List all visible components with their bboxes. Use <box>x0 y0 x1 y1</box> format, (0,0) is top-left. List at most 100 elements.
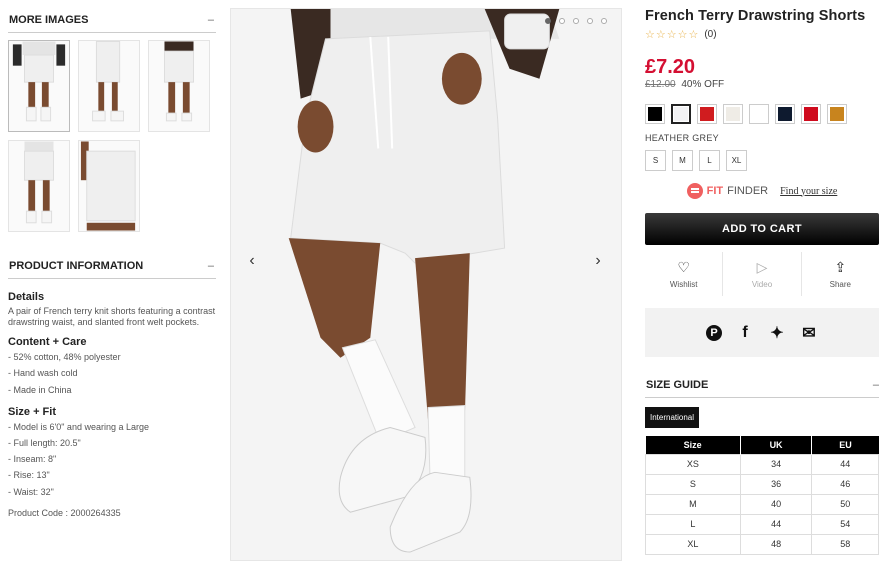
original-price: £12.00 <box>645 79 676 90</box>
more-images-title: MORE IMAGES <box>9 14 89 26</box>
next-image-arrow-icon[interactable]: › <box>589 252 607 270</box>
size-guide-header[interactable]: SIZE GUIDE – <box>645 379 879 398</box>
color-swatch[interactable] <box>801 104 821 124</box>
fit-finder: FIT FINDER Find your size <box>645 183 879 199</box>
prev-image-arrow-icon[interactable]: ‹ <box>243 252 261 270</box>
thumbnail-front-full[interactable] <box>8 140 70 232</box>
color-swatches <box>645 104 879 124</box>
collapse-icon[interactable]: – <box>873 379 879 391</box>
table-cell: 44 <box>739 513 813 535</box>
care-item: - 52% cotton, 48% polyester <box>8 352 121 362</box>
size-option-s[interactable]: S <box>645 150 666 171</box>
thumbnail-image <box>79 41 139 131</box>
more-images-header[interactable]: MORE IMAGES – <box>8 8 216 33</box>
tab-international[interactable]: International <box>645 407 700 428</box>
thumbnail-back[interactable] <box>148 40 210 132</box>
table-cell: 48 <box>739 533 813 555</box>
table-cell: 54 <box>811 513 879 535</box>
color-swatch-selected[interactable] <box>671 104 691 124</box>
left-column: MORE IMAGES – PRODUCT INFORMATION – Deta… <box>8 8 216 519</box>
twitter-icon[interactable]: ✦ <box>768 323 786 343</box>
table-cell: XL <box>645 533 741 555</box>
fit-item: - Full length: 20.5" <box>8 437 81 448</box>
size-option-l[interactable]: L <box>699 150 720 171</box>
details-heading: Details <box>8 291 45 303</box>
star-rating-icon: ☆☆☆☆☆ <box>645 29 700 41</box>
wishlist-button[interactable]: ♡ Wishlist <box>645 252 724 296</box>
color-swatch[interactable] <box>697 104 717 124</box>
heart-icon: ♡ <box>677 259 690 275</box>
discount-label: 40% OFF <box>681 79 725 90</box>
share-label: Share <box>829 280 851 289</box>
share-button[interactable]: ⇪ Share <box>802 252 879 296</box>
care-heading: Content + Care <box>8 336 87 349</box>
gallery-dot[interactable] <box>559 18 565 24</box>
fit-item: - Rise: 13" <box>8 470 50 481</box>
size-guide-title: SIZE GUIDE <box>646 379 709 391</box>
product-info-body: Details A pair of French terry knit shor… <box>8 279 216 519</box>
pinterest-icon[interactable]: P <box>706 324 722 341</box>
swatch-fill <box>726 107 740 121</box>
swatch-fill <box>700 107 714 121</box>
fit-item: - Model is 6'0" and wearing a Large <box>8 421 149 432</box>
video-button[interactable]: ▷ Video <box>723 252 802 296</box>
thumbnail-image <box>9 41 69 131</box>
thumbnail-image <box>149 41 209 131</box>
gallery-dot[interactable] <box>601 18 607 24</box>
price-details: £12.00 40% OFF <box>645 79 879 90</box>
video-label: Video <box>751 280 773 289</box>
thumbnail-front[interactable] <box>8 40 70 132</box>
play-icon: ▷ <box>756 259 768 275</box>
fit-finder-brand-bold: FIT <box>706 185 724 197</box>
facebook-icon[interactable]: f <box>736 324 754 342</box>
swatch-fill <box>674 107 688 121</box>
thumbnail-side[interactable] <box>78 40 140 132</box>
main-product-image[interactable]: ‹ › <box>230 8 622 561</box>
product-code: Product Code : 2000264335 <box>8 507 121 518</box>
table-cell: 36 <box>739 473 813 495</box>
table-row: L 44 54 <box>645 513 879 535</box>
thumbnail-image <box>9 141 69 231</box>
wishlist-label: Wishlist <box>669 280 698 289</box>
table-cell: L <box>645 513 741 535</box>
column-header: UK <box>740 436 813 454</box>
color-swatch[interactable] <box>645 104 665 124</box>
care-item: - Hand wash cold <box>8 368 78 379</box>
collapse-icon[interactable]: – <box>208 14 216 26</box>
product-info-header[interactable]: PRODUCT INFORMATION – <box>8 254 216 279</box>
color-swatch[interactable] <box>827 104 847 124</box>
table-cell: M <box>645 493 741 515</box>
swatch-fill <box>648 107 662 121</box>
table-cell: 50 <box>811 493 879 515</box>
share-icon: ⇪ <box>834 259 847 275</box>
sale-price: £7.20 <box>645 56 696 78</box>
column-header: Size <box>645 436 741 454</box>
social-share-bar: P f ✦ ✉ <box>645 308 879 357</box>
swatch-fill <box>830 107 844 121</box>
gallery-dot[interactable] <box>545 18 551 24</box>
email-icon[interactable]: ✉ <box>800 323 818 343</box>
review-count[interactable]: (0) <box>704 29 716 40</box>
color-swatch[interactable] <box>723 104 743 124</box>
table-row: XS 34 44 <box>645 453 879 475</box>
selected-color-name: HEATHER GREY <box>645 133 719 143</box>
size-guide-table: Size UK EU XS 34 44 S 36 46 M 40 50 L 44… <box>645 436 879 555</box>
color-swatch[interactable] <box>775 104 795 124</box>
size-options: S M L XL <box>645 150 879 171</box>
size-option-m[interactable]: M <box>672 150 693 171</box>
table-header-row: Size UK EU <box>645 436 879 454</box>
color-swatch[interactable] <box>749 104 769 124</box>
size-option-xl[interactable]: XL <box>726 150 747 171</box>
care-item: - Made in China <box>8 384 72 395</box>
add-to-cart-button[interactable]: ADD TO CART <box>645 213 879 245</box>
find-your-size-link[interactable]: Find your size <box>780 186 837 197</box>
table-cell: 40 <box>739 493 813 515</box>
thumbnail-detail[interactable] <box>78 140 140 232</box>
details-text: A pair of French terry knit shorts featu… <box>8 305 216 327</box>
collapse-icon[interactable]: – <box>208 260 216 272</box>
gallery-dot[interactable] <box>587 18 593 24</box>
thumbnail-grid <box>8 40 216 232</box>
rating[interactable]: ☆☆☆☆☆ (0) <box>645 28 879 41</box>
swatch-fill <box>804 107 818 121</box>
gallery-dot[interactable] <box>573 18 579 24</box>
